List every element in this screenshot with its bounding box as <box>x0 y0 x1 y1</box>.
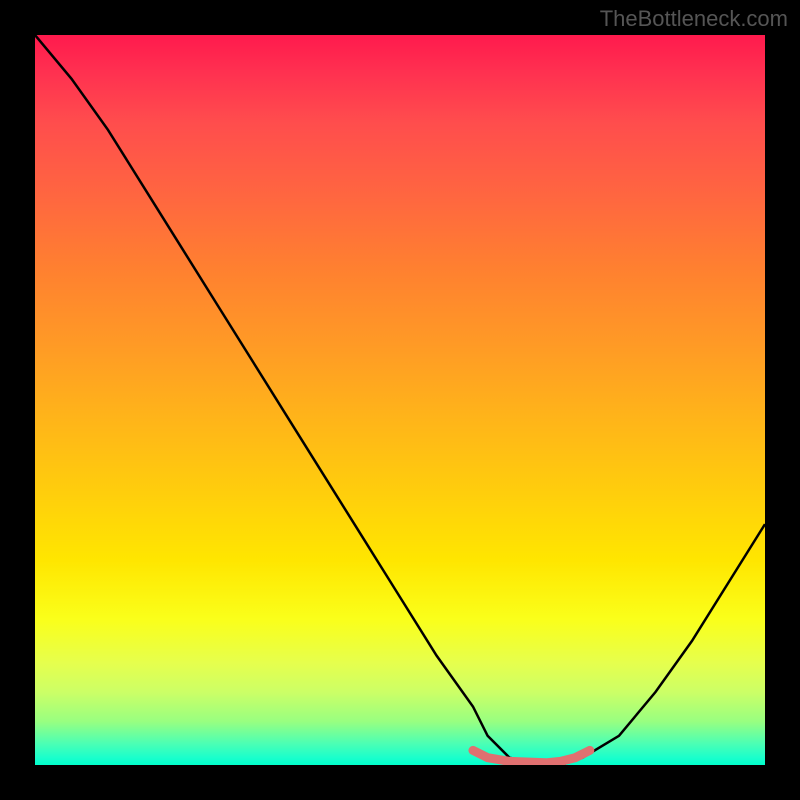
bottleneck-curve-line <box>35 35 765 765</box>
chart-svg <box>35 35 765 765</box>
watermark-text: TheBottleneck.com <box>600 6 788 32</box>
chart-plot-area <box>35 35 765 765</box>
flat-zone-highlight-line <box>473 750 590 762</box>
